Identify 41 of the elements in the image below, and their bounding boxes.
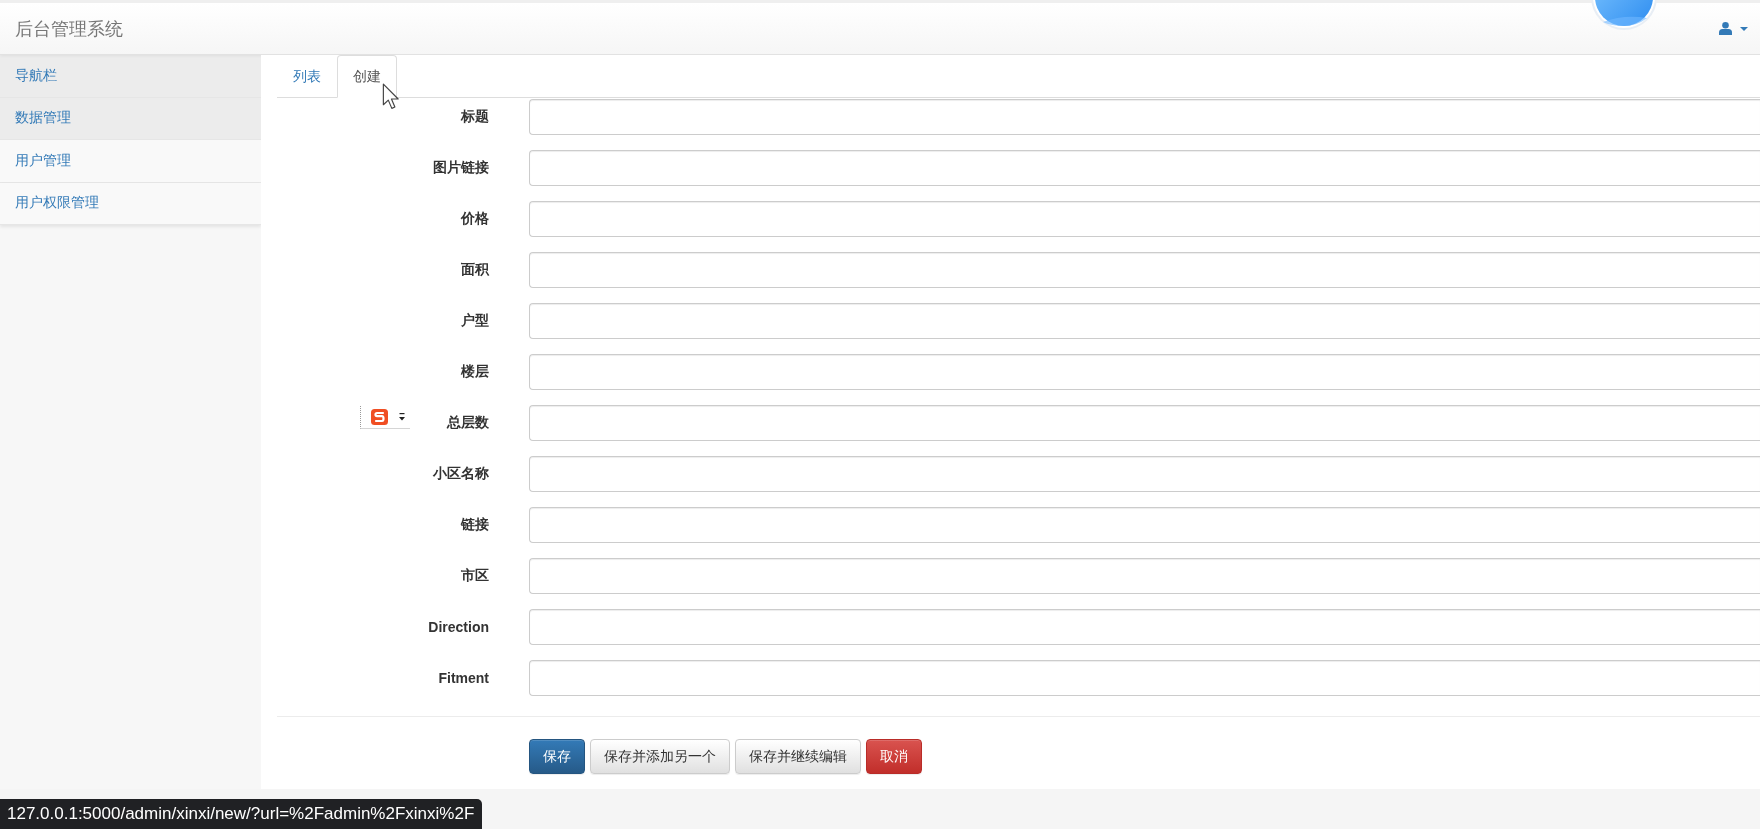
text-input-field[interactable] xyxy=(529,303,1760,339)
field-label: 楼层 xyxy=(461,363,489,381)
user-menu-button[interactable] xyxy=(1719,22,1748,35)
text-input-field[interactable] xyxy=(529,354,1760,390)
text-input-field[interactable] xyxy=(529,201,1760,237)
brand-title[interactable]: 后台管理系统 xyxy=(15,16,123,41)
sidebar-item[interactable]: 数据管理 xyxy=(0,97,261,140)
field-label: 总层数 xyxy=(447,414,489,432)
text-input-field[interactable] xyxy=(529,252,1760,288)
action-button[interactable]: 保存 xyxy=(529,739,585,774)
text-input-field[interactable] xyxy=(529,456,1760,492)
text-input-field[interactable] xyxy=(529,660,1760,696)
dropdown-caret-icon[interactable] xyxy=(399,413,405,421)
action-button[interactable]: 保存并继续编辑 xyxy=(735,739,861,774)
text-input-field[interactable] xyxy=(529,405,1760,441)
text-input-field[interactable] xyxy=(529,609,1760,645)
sidebar-header: 导航栏 xyxy=(0,55,261,98)
sidebar-item[interactable]: 用户权限管理 xyxy=(0,182,261,225)
field-label: 图片链接 xyxy=(433,159,489,177)
caret-icon xyxy=(1740,26,1748,31)
field-label: 链接 xyxy=(461,516,489,534)
field-label: 面积 xyxy=(461,261,489,279)
status-bar-url: 127.0.0.1:5000/admin/xinxi/new/?url=%2Fadmin%2Fxinxi%2F xyxy=(0,799,483,829)
tab[interactable]: 列表 xyxy=(277,55,337,98)
field-label: Direction xyxy=(428,619,489,635)
field-label: Fitment xyxy=(438,670,489,686)
user-icon xyxy=(1719,22,1732,35)
tab[interactable]: 创建 xyxy=(337,55,397,98)
text-input-field[interactable] xyxy=(529,99,1760,135)
field-label: 市区 xyxy=(461,567,489,585)
text-input-field[interactable] xyxy=(529,558,1760,594)
field-label: 小区名称 xyxy=(433,465,489,483)
input-method-icon[interactable] xyxy=(371,409,388,425)
action-button[interactable]: 保存并添加另一个 xyxy=(590,739,730,774)
action-button[interactable]: 取消 xyxy=(866,739,922,774)
field-label: 价格 xyxy=(461,210,489,228)
text-input-field[interactable] xyxy=(529,150,1760,186)
field-label: 标题 xyxy=(461,108,489,126)
text-input-field[interactable] xyxy=(529,507,1760,543)
field-label: 户型 xyxy=(461,312,489,330)
mouse-cursor-icon xyxy=(382,83,400,110)
